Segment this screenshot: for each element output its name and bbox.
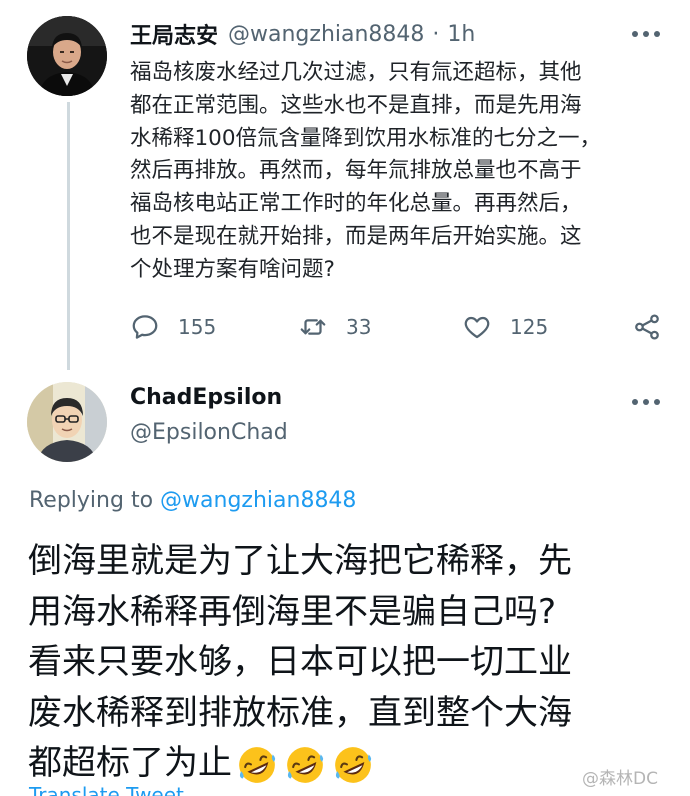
reply-text-line: 都超标了为止 — [28, 743, 232, 783]
tweet-time[interactable]: 1h — [447, 22, 475, 47]
emoji-row — [236, 744, 374, 786]
rofl-emoji-icon — [239, 746, 276, 783]
thread-line — [67, 102, 70, 370]
replying-to: Replying to @wangzhian8848 — [29, 488, 356, 513]
avatar-cartoon-icon — [27, 382, 107, 462]
tweet-text-line: 也不是现在就开始排，而是两年后开始实施。这 — [130, 223, 582, 249]
reply-count: 155 — [178, 315, 217, 339]
reply-author-handle[interactable]: @EpsilonChad — [130, 420, 288, 445]
retweet-button[interactable]: 33 — [298, 307, 371, 347]
reply-author-name[interactable]: ChadEpsilon — [130, 385, 282, 410]
rofl-emoji-icon — [335, 746, 372, 783]
reply-text-line: 用海水稀释再倒海里不是骗自己吗? — [28, 591, 557, 632]
translate-tweet-link[interactable]: Translate Tweet — [29, 783, 184, 796]
like-button[interactable]: 125 — [462, 307, 548, 347]
reply-text: 倒海里就是为了让大海把它稀释，先 用海水稀释再倒海里不是骗自己吗? 看来只要水够… — [28, 536, 678, 789]
retweet-icon — [300, 319, 326, 335]
reply-text-line: 废水稀释到排放标准，直到整个大海 — [28, 692, 572, 733]
retweet-count: 33 — [346, 315, 372, 339]
tweet-text-line: 都在正常范围。这些水也不是直排，而是先用海 — [130, 92, 582, 118]
tweet-text-line: 福岛核废水经过几次过滤，只有氚还超标，其他 — [130, 60, 582, 85]
reply-text-line: 看来只要水够，日本可以把一切工业 — [28, 642, 572, 682]
avatar-portrait-icon — [27, 16, 107, 96]
more-icon[interactable] — [632, 392, 660, 412]
replying-to-mention[interactable]: @wangzhian8848 — [160, 488, 356, 513]
author-handle[interactable]: @wangzhian8848 — [228, 22, 424, 47]
tweet-header: 王局志安 @wangzhian8848 · 1h — [130, 18, 475, 50]
like-count: 125 — [510, 315, 549, 339]
tweet-text: 福岛核废水经过几次过滤，只有氚还超标，其他 都在正常范围。这些水也不是直排，而是… — [130, 57, 670, 287]
author-avatar[interactable] — [27, 16, 107, 96]
tweet-text-line: 个处理方案有啥问题? — [130, 256, 335, 282]
separator-dot: · — [432, 21, 440, 47]
author-name[interactable]: 王局志安 — [130, 18, 218, 50]
share-icon — [635, 314, 659, 340]
like-icon — [464, 316, 490, 339]
tweet-text-line: 水稀释100倍氚含量降到饮用水标准的七分之一， — [130, 125, 602, 151]
more-icon[interactable] — [632, 24, 660, 44]
rofl-emoji-icon — [287, 746, 324, 783]
reply-text-line: 倒海里就是为了让大海把它稀释，先 — [28, 541, 572, 581]
reply-author-avatar[interactable] — [27, 382, 107, 462]
reply-button[interactable]: 155 — [130, 307, 216, 347]
reply-text-last-line: 都超标了为止 — [28, 738, 678, 789]
reply-icon — [132, 315, 158, 339]
watermark: @森林DC — [582, 769, 658, 789]
tweet-text-line: 福岛核电站正常工作时的年化总量。再再然后， — [130, 191, 582, 217]
share-button[interactable] — [632, 307, 662, 347]
replying-prefix: Replying to — [29, 488, 154, 513]
tweet-text-line: 然后再排放。再然而，每年氚排放总量也不高于 — [130, 158, 582, 184]
tweet-actions: 155 33 125 — [130, 307, 670, 347]
